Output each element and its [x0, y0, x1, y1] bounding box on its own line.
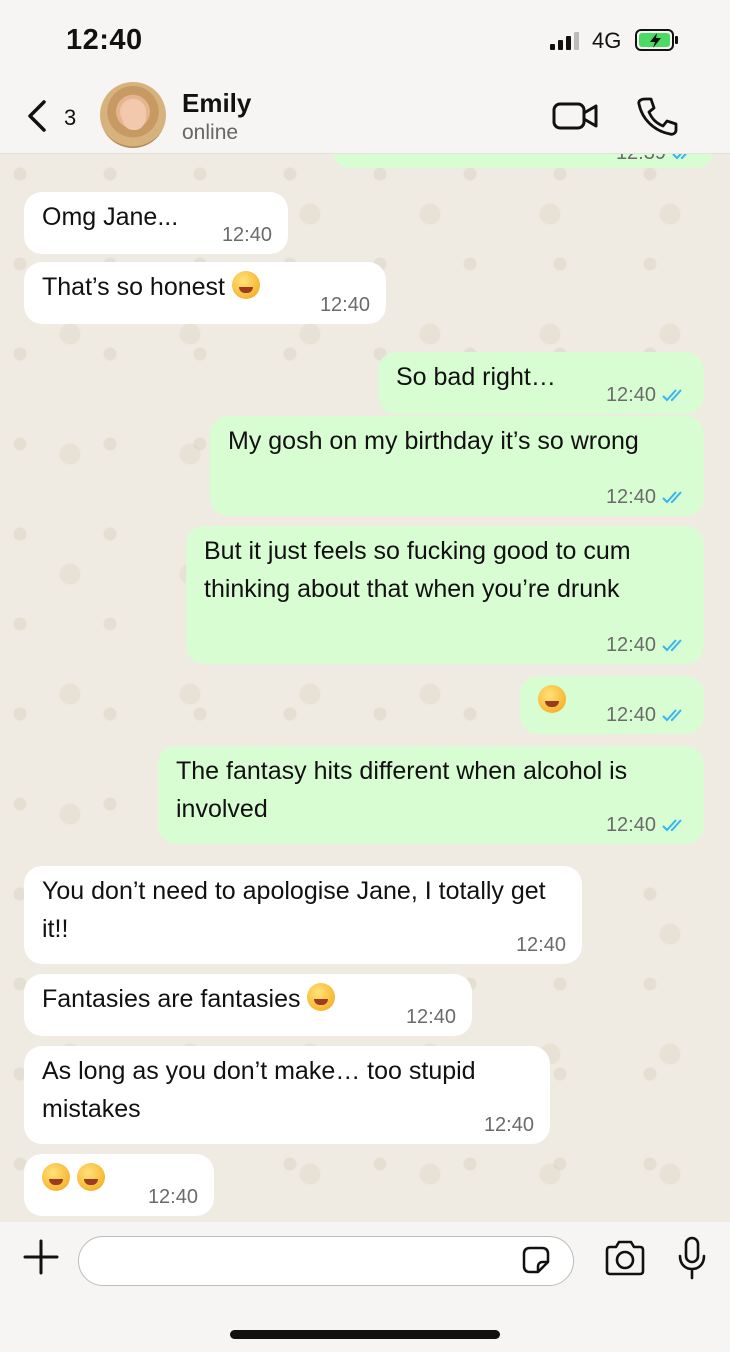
message-bubble-outgoing[interactable]: But it just feels so fucking good to cum… [186, 526, 704, 664]
network-type: 4G [592, 28, 622, 53]
double-check-icon [662, 491, 682, 504]
unread-count[interactable]: 3 [64, 105, 76, 131]
message-time: 12:40 [605, 814, 656, 836]
double-check-icon [662, 639, 682, 652]
plus-icon[interactable] [22, 1238, 60, 1276]
message-text: Fantasies are fantasies [42, 985, 301, 1013]
grinning-sweat-emoji [231, 271, 260, 299]
squinting-tongue-emoji [538, 685, 566, 713]
message-text: That’s so honest [42, 273, 225, 301]
double-check-icon [662, 709, 682, 722]
video-camera-icon[interactable] [552, 100, 600, 132]
message-bubble-incoming[interactable]: That’s so honest 12:40 [24, 262, 386, 324]
microphone-icon[interactable] [678, 1236, 706, 1280]
message-bubble-outgoing[interactable]: 12:40 [520, 676, 704, 734]
contact-status: online [182, 121, 239, 144]
message-time: 12:40 [319, 294, 370, 316]
camera-icon[interactable] [604, 1240, 646, 1276]
message-list[interactable]: 12:39 Omg Jane... 12:40 That’s so honest… [0, 154, 730, 1222]
drooling-face-emoji [307, 983, 336, 1011]
message-input[interactable] [78, 1236, 574, 1286]
chat-header: 3 Emily online [0, 80, 730, 154]
battery-icon [635, 29, 678, 51]
message-time: 12:40 [605, 634, 656, 656]
double-check-icon [672, 154, 687, 160]
status-bar: 12:40 4G [0, 0, 730, 80]
message-text: My gosh on my birthday it’s so wrong [228, 427, 639, 455]
phone-icon[interactable] [636, 96, 678, 136]
message-bubble-incoming[interactable]: As long as you don’t make… too stupid mi… [24, 1046, 550, 1144]
message-time: 12:40 [605, 384, 656, 406]
pleading-face-emoji [76, 1163, 105, 1191]
message-bubble-incoming[interactable]: You don’t need to apologise Jane, I tota… [24, 866, 582, 964]
contact-name[interactable]: Emily [182, 88, 251, 119]
message-text: But it just feels so fucking good to cum… [204, 537, 631, 603]
message-time: 12:40 [405, 1006, 456, 1028]
status-time: 12:40 [66, 24, 143, 56]
message-bubble-outgoing[interactable]: So bad right… 12:40 [378, 352, 704, 414]
home-indicator[interactable] [230, 1330, 500, 1339]
message-text: As long as you don’t make… too stupid mi… [42, 1057, 476, 1123]
avatar[interactable] [100, 82, 166, 148]
message-time: 12:39 [616, 154, 666, 164]
composer-bar [0, 1222, 730, 1352]
message-time: 12:40 [605, 704, 656, 726]
message-bubble-incoming[interactable]: Omg Jane... 12:40 [24, 192, 288, 254]
sticker-icon[interactable] [520, 1244, 552, 1276]
chevron-left-icon[interactable] [24, 98, 52, 134]
message-bubble-incoming[interactable]: Fantasies are fantasies 12:40 [24, 974, 472, 1036]
message-time: 12:40 [483, 1114, 534, 1136]
signal-icon [550, 32, 582, 50]
message-time: 12:40 [147, 1186, 198, 1208]
message-time: 12:40 [221, 224, 272, 246]
pleading-face-emoji [42, 1163, 70, 1191]
message-text: You don’t need to apologise Jane, I tota… [42, 877, 546, 943]
message-bubble-incoming[interactable]: 12:40 [24, 1154, 214, 1216]
message-bubble-outgoing[interactable]: The fantasy hits different when alcohol … [158, 746, 704, 844]
message-bubble-outgoing[interactable]: My gosh on my birthday it’s so wrong 12:… [210, 416, 704, 516]
double-check-icon [662, 819, 682, 832]
message-time: 12:40 [515, 934, 566, 956]
message-time: 12:40 [605, 486, 656, 508]
message-bubble-outgoing[interactable]: 12:39 [332, 154, 714, 168]
double-check-icon [662, 389, 682, 402]
